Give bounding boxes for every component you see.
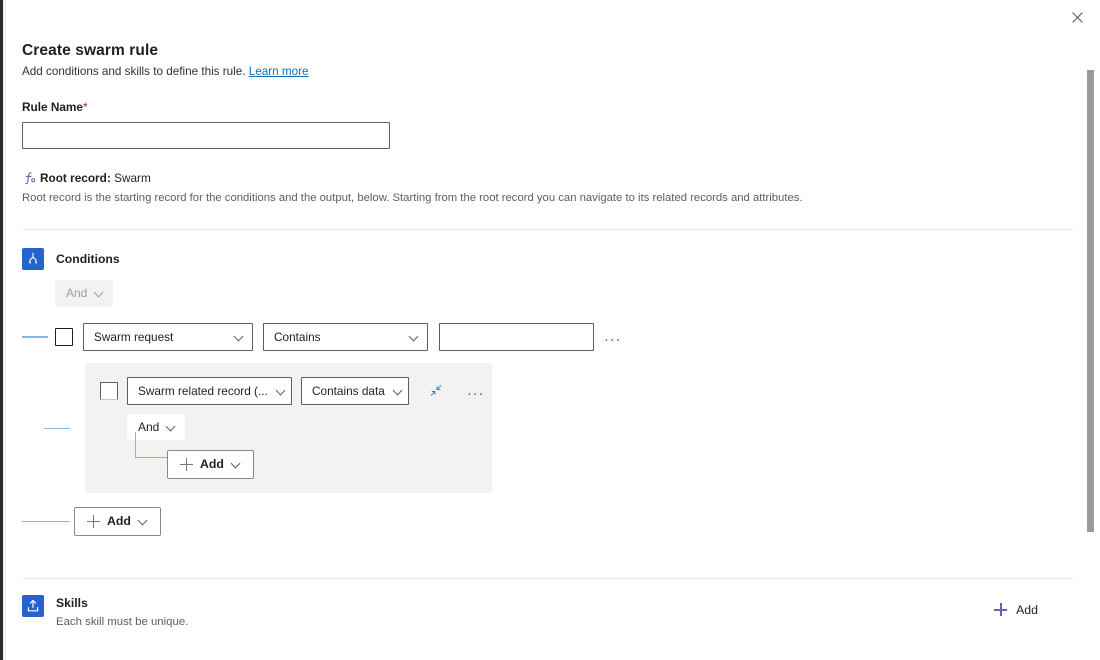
chevron-down-icon — [276, 386, 286, 396]
root-record-description: Root record is the starting record for t… — [22, 186, 1052, 207]
chevron-down-icon — [166, 422, 176, 432]
conditions-add-button[interactable]: Add — [74, 507, 161, 536]
group-overflow-button[interactable]: ... — [463, 378, 489, 404]
tree-connector-line — [22, 521, 70, 523]
root-record-value: Swarm — [114, 171, 151, 185]
group-add-label: Add — [200, 457, 224, 471]
rule-name-label-text: Rule Name — [22, 100, 83, 114]
skills-header: Skills Each skill must be unique. — [22, 595, 188, 628]
group-condition-row: Swarm related record (... Contains data — [85, 377, 492, 405]
group-add-button[interactable]: Add — [167, 450, 254, 479]
condition-row-checkbox[interactable] — [55, 328, 73, 346]
condition-operator-dropdown[interactable]: Contains — [263, 323, 428, 351]
rule-name-input[interactable] — [22, 122, 390, 149]
skills-description: Each skill must be unique. — [56, 610, 188, 628]
condition-group: Swarm related record (... Contains data — [22, 363, 1074, 493]
skills-section: Skills Each skill must be unique. Add — [22, 579, 1052, 628]
root-operator-dropdown[interactable]: And — [55, 280, 113, 307]
rule-name-label: Rule Name* — [22, 78, 1052, 114]
group-row-checkbox[interactable] — [100, 382, 118, 400]
root-operator-label: And — [66, 286, 87, 300]
chevron-down-icon — [94, 288, 104, 298]
condition-overflow-button[interactable]: ... — [600, 324, 626, 350]
group-connector-line — [44, 428, 70, 430]
group-add-connector — [135, 432, 167, 458]
group-operator-dropdown[interactable]: Contains data — [301, 377, 409, 405]
root-record-row: Root record: Swarm — [22, 149, 1052, 186]
more-options-icon: ... — [467, 383, 484, 398]
conditions-title: Conditions — [56, 252, 120, 266]
skills-add-label: Add — [1016, 603, 1038, 617]
skills-texts: Skills Each skill must be unique. — [56, 595, 188, 628]
create-swarm-rule-panel: Create swarm rule Add conditions and ski… — [0, 0, 1100, 660]
chevron-down-icon — [393, 386, 403, 396]
root-record-text: Root record: Swarm — [40, 171, 151, 185]
chevron-down-icon — [234, 332, 244, 342]
chevron-down-icon — [138, 516, 148, 526]
scrollbar-track[interactable] — [1086, 32, 1098, 652]
conditions-section-header: Conditions — [22, 230, 1052, 270]
page-title: Create swarm rule — [22, 0, 1052, 60]
group-field-dropdown[interactable]: Swarm related record (... — [127, 377, 292, 405]
conditions-tree: And Swarm request Contains ... — [0, 270, 1074, 536]
condition-value-input[interactable] — [439, 323, 594, 351]
conditions-branch-icon — [22, 248, 44, 270]
tree-connector-line — [22, 336, 48, 338]
scrollbar-thumb[interactable] — [1087, 70, 1094, 532]
condition-operator-value: Contains — [274, 330, 321, 344]
conditions-add-row: Add — [22, 507, 1074, 536]
condition-row: Swarm request Contains ... — [22, 323, 1074, 351]
group-operator-value: Contains data — [312, 384, 385, 398]
chevron-down-icon — [409, 332, 419, 342]
conditions-add-label: Add — [107, 514, 131, 528]
root-record-label: Root record: — [40, 171, 111, 185]
skills-upload-icon — [22, 595, 44, 617]
group-field-value: Swarm related record (... — [138, 384, 268, 398]
collapse-diagonal-icon[interactable] — [424, 379, 448, 403]
page-subtitle: Add conditions and skills to define this… — [22, 60, 1052, 78]
panel-content: Create swarm rule Add conditions and ski… — [0, 0, 1074, 660]
plus-icon — [180, 458, 193, 471]
condition-group-panel: Swarm related record (... Contains data — [85, 363, 492, 493]
skills-title: Skills — [56, 596, 188, 610]
condition-field-dropdown[interactable]: Swarm request — [83, 323, 253, 351]
group-add-row: Add — [85, 440, 492, 479]
chevron-down-icon — [231, 459, 241, 469]
more-options-icon: ... — [604, 329, 621, 344]
plus-icon — [87, 515, 100, 528]
function-icon — [22, 170, 38, 186]
learn-more-link[interactable]: Learn more — [249, 65, 309, 78]
skills-add-button[interactable]: Add — [988, 599, 1044, 621]
condition-field-value: Swarm request — [94, 330, 173, 344]
page-subtitle-text: Add conditions and skills to define this… — [22, 65, 246, 78]
required-asterisk: * — [83, 100, 88, 114]
plus-icon — [994, 603, 1007, 616]
